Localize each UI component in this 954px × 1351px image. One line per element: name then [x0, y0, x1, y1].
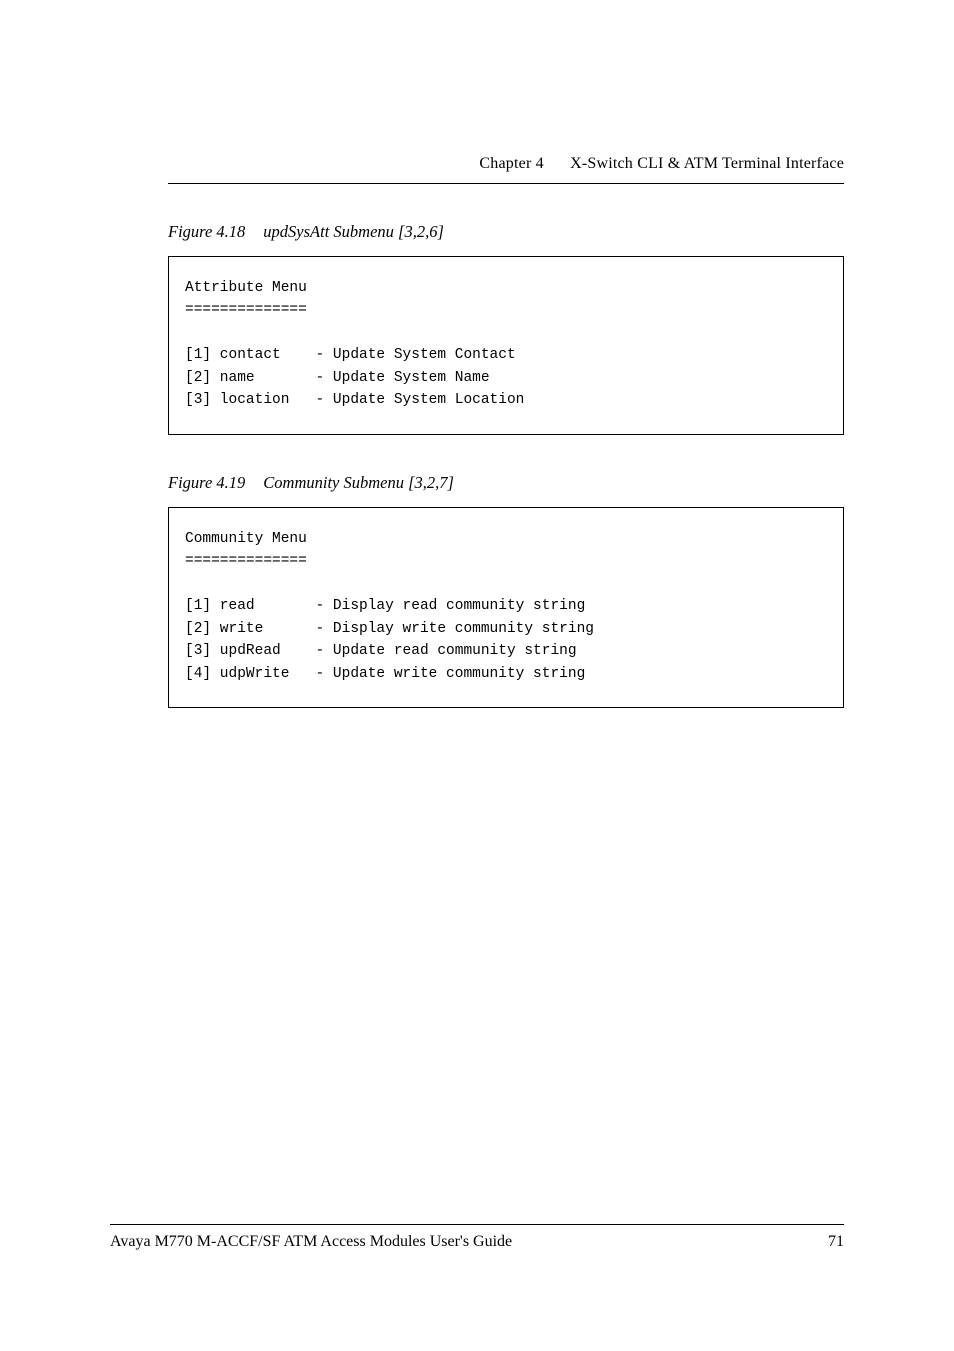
header-rule — [168, 183, 844, 184]
figure-caption: updSysAtt Submenu [3,2,6] — [263, 222, 444, 241]
figure-number: Figure 4.19 — [168, 473, 245, 492]
running-header: Chapter 4 X-Switch CLI & ATM Terminal In… — [168, 155, 844, 173]
footer-row: Avaya M770 M-ACCF/SF ATM Access Modules … — [110, 1233, 844, 1251]
figure-number: Figure 4.18 — [168, 222, 245, 241]
chapter-label: Chapter 4 — [479, 155, 543, 172]
code-block-1: Attribute Menu ============== [1] contac… — [168, 256, 844, 435]
figure-caption: Community Submenu [3,2,7] — [263, 473, 454, 492]
page-number: 71 — [828, 1233, 844, 1251]
page: Chapter 4 X-Switch CLI & ATM Terminal In… — [0, 0, 954, 1351]
page-footer: Avaya M770 M-ACCF/SF ATM Access Modules … — [110, 1224, 844, 1251]
chapter-title: X-Switch CLI & ATM Terminal Interface — [570, 155, 844, 172]
figure-label-2: Figure 4.19 Community Submenu [3,2,7] — [168, 473, 844, 493]
footer-rule — [110, 1224, 844, 1225]
figure-label-1: Figure 4.18 updSysAtt Submenu [3,2,6] — [168, 222, 844, 242]
code-block-2: Community Menu ============== [1] read -… — [168, 507, 844, 708]
footer-text: Avaya M770 M-ACCF/SF ATM Access Modules … — [110, 1233, 512, 1251]
